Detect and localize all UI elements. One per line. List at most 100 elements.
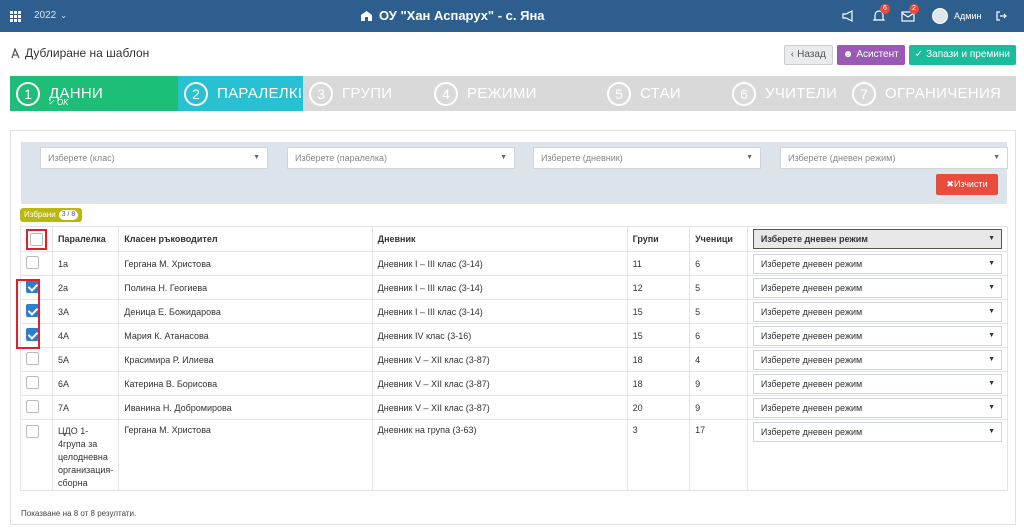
cell-teacher: Полина Н. Геогиева	[118, 275, 373, 300]
filter-bar: Изберете (клас) ▼ Изберете (паралелка) ▼ И…	[21, 142, 1008, 204]
paralelka-filter-select[interactable]: Изберете (паралелка) ▼	[287, 147, 515, 169]
row-regime-select[interactable]: Изберете дневен режим ▼	[752, 349, 1002, 370]
row-regime-select[interactable]: Изберете дневен режим ▼	[752, 325, 1002, 346]
class-filter-select[interactable]: Изберете (клас) ▼	[40, 147, 268, 169]
step-label: СТАИ	[640, 85, 681, 102]
action-buttons: ‹ Назад ☻ Асистент ✓ Запази и премини	[783, 45, 1016, 65]
row-select-cell	[20, 347, 53, 372]
table-body: 1а Гергана М. Христова Дневник I – III кла…	[20, 251, 1009, 491]
step-number: 6	[732, 81, 756, 106]
step-groups[interactable]: 3 ГРУПИ	[303, 76, 428, 111]
cell-diary: Дневник V – XII клас (3-87)	[371, 395, 628, 420]
envelope-icon[interactable]: 2	[901, 4, 919, 22]
cell-teacher: Мария К. Атанасова	[118, 323, 373, 348]
cell-groups: 18	[626, 371, 691, 396]
cell-students: 9	[689, 395, 748, 420]
school-building-icon	[361, 11, 372, 21]
step-constraints[interactable]: 7 ОГРАНИЧЕНИЯ	[846, 76, 1016, 111]
row-checkbox[interactable]	[26, 400, 39, 413]
step-regimes[interactable]: 4 РЕЖИМИ	[428, 76, 601, 111]
caret-down-icon: ▼	[988, 283, 995, 291]
cell-regime: Изберете дневен режим ▼	[746, 251, 1009, 276]
bulk-regime-placeholder: Изберете дневен режим	[760, 234, 868, 244]
caret-down-icon: ▼	[253, 154, 260, 161]
step-number: 2	[184, 81, 208, 106]
row-regime-select[interactable]: Изберете дневен режим ▼	[752, 301, 1002, 322]
table-header-row: Паралелка Класен ръководител Дневник Гру…	[20, 226, 1009, 252]
chevron-left-icon: ‹	[790, 49, 795, 60]
caret-down-icon: ▼	[500, 154, 507, 161]
rezhim-filter-placeholder: Изберете (дневен режим)	[788, 153, 896, 163]
selected-label: Избрани	[24, 210, 56, 219]
cell-groups: 11	[626, 251, 691, 276]
row-select-cell	[20, 419, 53, 491]
cell-regime: Изберете дневен режим ▼	[746, 371, 1009, 396]
rezhim-filter-select[interactable]: Изберете (дневен режим) ▼	[780, 147, 1008, 169]
row-regime-placeholder: Изберете дневен режим	[760, 378, 863, 389]
step-teachers[interactable]: 6 УЧИТЕЛИ	[726, 76, 846, 111]
cell-paralelka: 6А	[51, 371, 120, 396]
step-label: УЧИТЕЛИ	[765, 85, 838, 102]
save-and-continue-button[interactable]: ✓ Запази и премини	[908, 45, 1016, 65]
cell-teacher: Иванина Н. Добромирова	[118, 395, 373, 420]
cell-regime: Изберете дневен режим ▼	[746, 275, 1009, 300]
cell-paralelka: 3А	[51, 299, 120, 324]
back-button[interactable]: ‹ Назад	[783, 45, 833, 65]
row-checkbox[interactable]	[26, 425, 39, 438]
cell-regime: Изберете дневен режим ▼	[746, 299, 1009, 324]
dnevnik-filter-select[interactable]: Изберете (дневник) ▼	[533, 147, 761, 169]
avatar	[932, 8, 948, 24]
assistant-button[interactable]: ☻ Асистент	[836, 45, 905, 65]
page-title-text: Дублиране на шаблон	[25, 46, 150, 60]
table-row: 4А Мария К. Атанасова Дневник IV клас (3-1…	[20, 323, 1009, 348]
cell-teacher: Катерина В. Борисова	[118, 371, 373, 396]
row-checkbox[interactable]	[26, 352, 39, 365]
bell-icon[interactable]: 6	[872, 4, 890, 22]
step-label: ПАРАЛЕЛКИ	[217, 85, 301, 102]
table-row: 3А Деница Е. Божидарова Дневник I – III кл…	[20, 299, 1009, 324]
school-name: ОУ "Хан Аспарух" - с. Яна	[379, 8, 545, 23]
row-regime-select[interactable]: Изберете дневен режим ▼	[752, 253, 1002, 274]
row-checkbox[interactable]	[26, 376, 39, 389]
select-all-checkbox[interactable]	[30, 232, 43, 246]
row-checkbox[interactable]	[26, 256, 39, 269]
row-regime-select[interactable]: Изберете дневен режим ▼	[752, 277, 1002, 298]
apps-grid-icon[interactable]	[10, 11, 21, 22]
bulk-regime-select[interactable]: Изберете дневен режим ▼	[752, 229, 1002, 249]
cell-diary: Дневник I – III клас (3-14)	[371, 275, 628, 300]
cell-groups: 15	[626, 299, 691, 324]
caret-down-icon: ▼	[988, 259, 995, 267]
row-regime-select[interactable]: Изберете дневен режим ▼	[752, 422, 1002, 442]
cell-diary: Дневник I – III клас (3-14)	[371, 299, 628, 324]
year-selector[interactable]: 2022 ⌄	[34, 10, 67, 21]
row-regime-select[interactable]: Изберете дневен режим ▼	[752, 373, 1002, 394]
dnevnik-filter-placeholder: Изберете (дневник)	[541, 153, 623, 163]
column-header-groups: Групи	[626, 226, 691, 252]
step-label: ОГРАНИЧЕНИЯ	[885, 85, 1002, 102]
step-status-text: OK	[56, 98, 69, 107]
year-label: 2022	[34, 10, 57, 21]
row-regime-placeholder: Изберете дневен режим	[760, 354, 863, 365]
logout-icon[interactable]	[995, 10, 1007, 25]
cell-diary: Дневник I – III клас (3-14)	[371, 251, 628, 276]
user-menu[interactable]: Админ	[932, 8, 981, 24]
cell-regime: Изберете дневен режим ▼	[746, 419, 1009, 491]
notification-count-badge: 6	[880, 4, 890, 14]
cell-students: 5	[689, 275, 748, 300]
clear-filters-button[interactable]: ✖Изчисти	[936, 174, 998, 195]
table-row: 1а Гергана М. Христова Дневник I – III кла…	[20, 251, 1009, 276]
table-row: 7А Иванина Н. Добромирова Дневник V – XII …	[20, 395, 1009, 420]
row-regime-select[interactable]: Изберете дневен режим ▼	[752, 397, 1002, 418]
table-row: 2а Полина Н. Геогиева Дневник I – III клас…	[20, 275, 1009, 300]
select-all-highlight	[26, 228, 47, 250]
cell-diary: Дневник V – XII клас (3-87)	[371, 371, 628, 396]
table-row: ЦДО 1-4група за целодневна организация-с…	[20, 419, 1009, 491]
save-label: Запази и премини	[926, 49, 1010, 60]
step-rooms[interactable]: 5 СТАИ	[601, 76, 726, 111]
step-number: 1	[16, 81, 40, 106]
caret-down-icon: ▼	[988, 428, 995, 435]
cell-regime: Изберете дневен режим ▼	[746, 395, 1009, 420]
step-data[interactable]: 1 ДАННИ ✓ OK	[10, 76, 178, 111]
megaphone-icon[interactable]	[842, 10, 856, 22]
step-paralelki[interactable]: 2 ПАРАЛЕЛКИ	[178, 76, 303, 111]
